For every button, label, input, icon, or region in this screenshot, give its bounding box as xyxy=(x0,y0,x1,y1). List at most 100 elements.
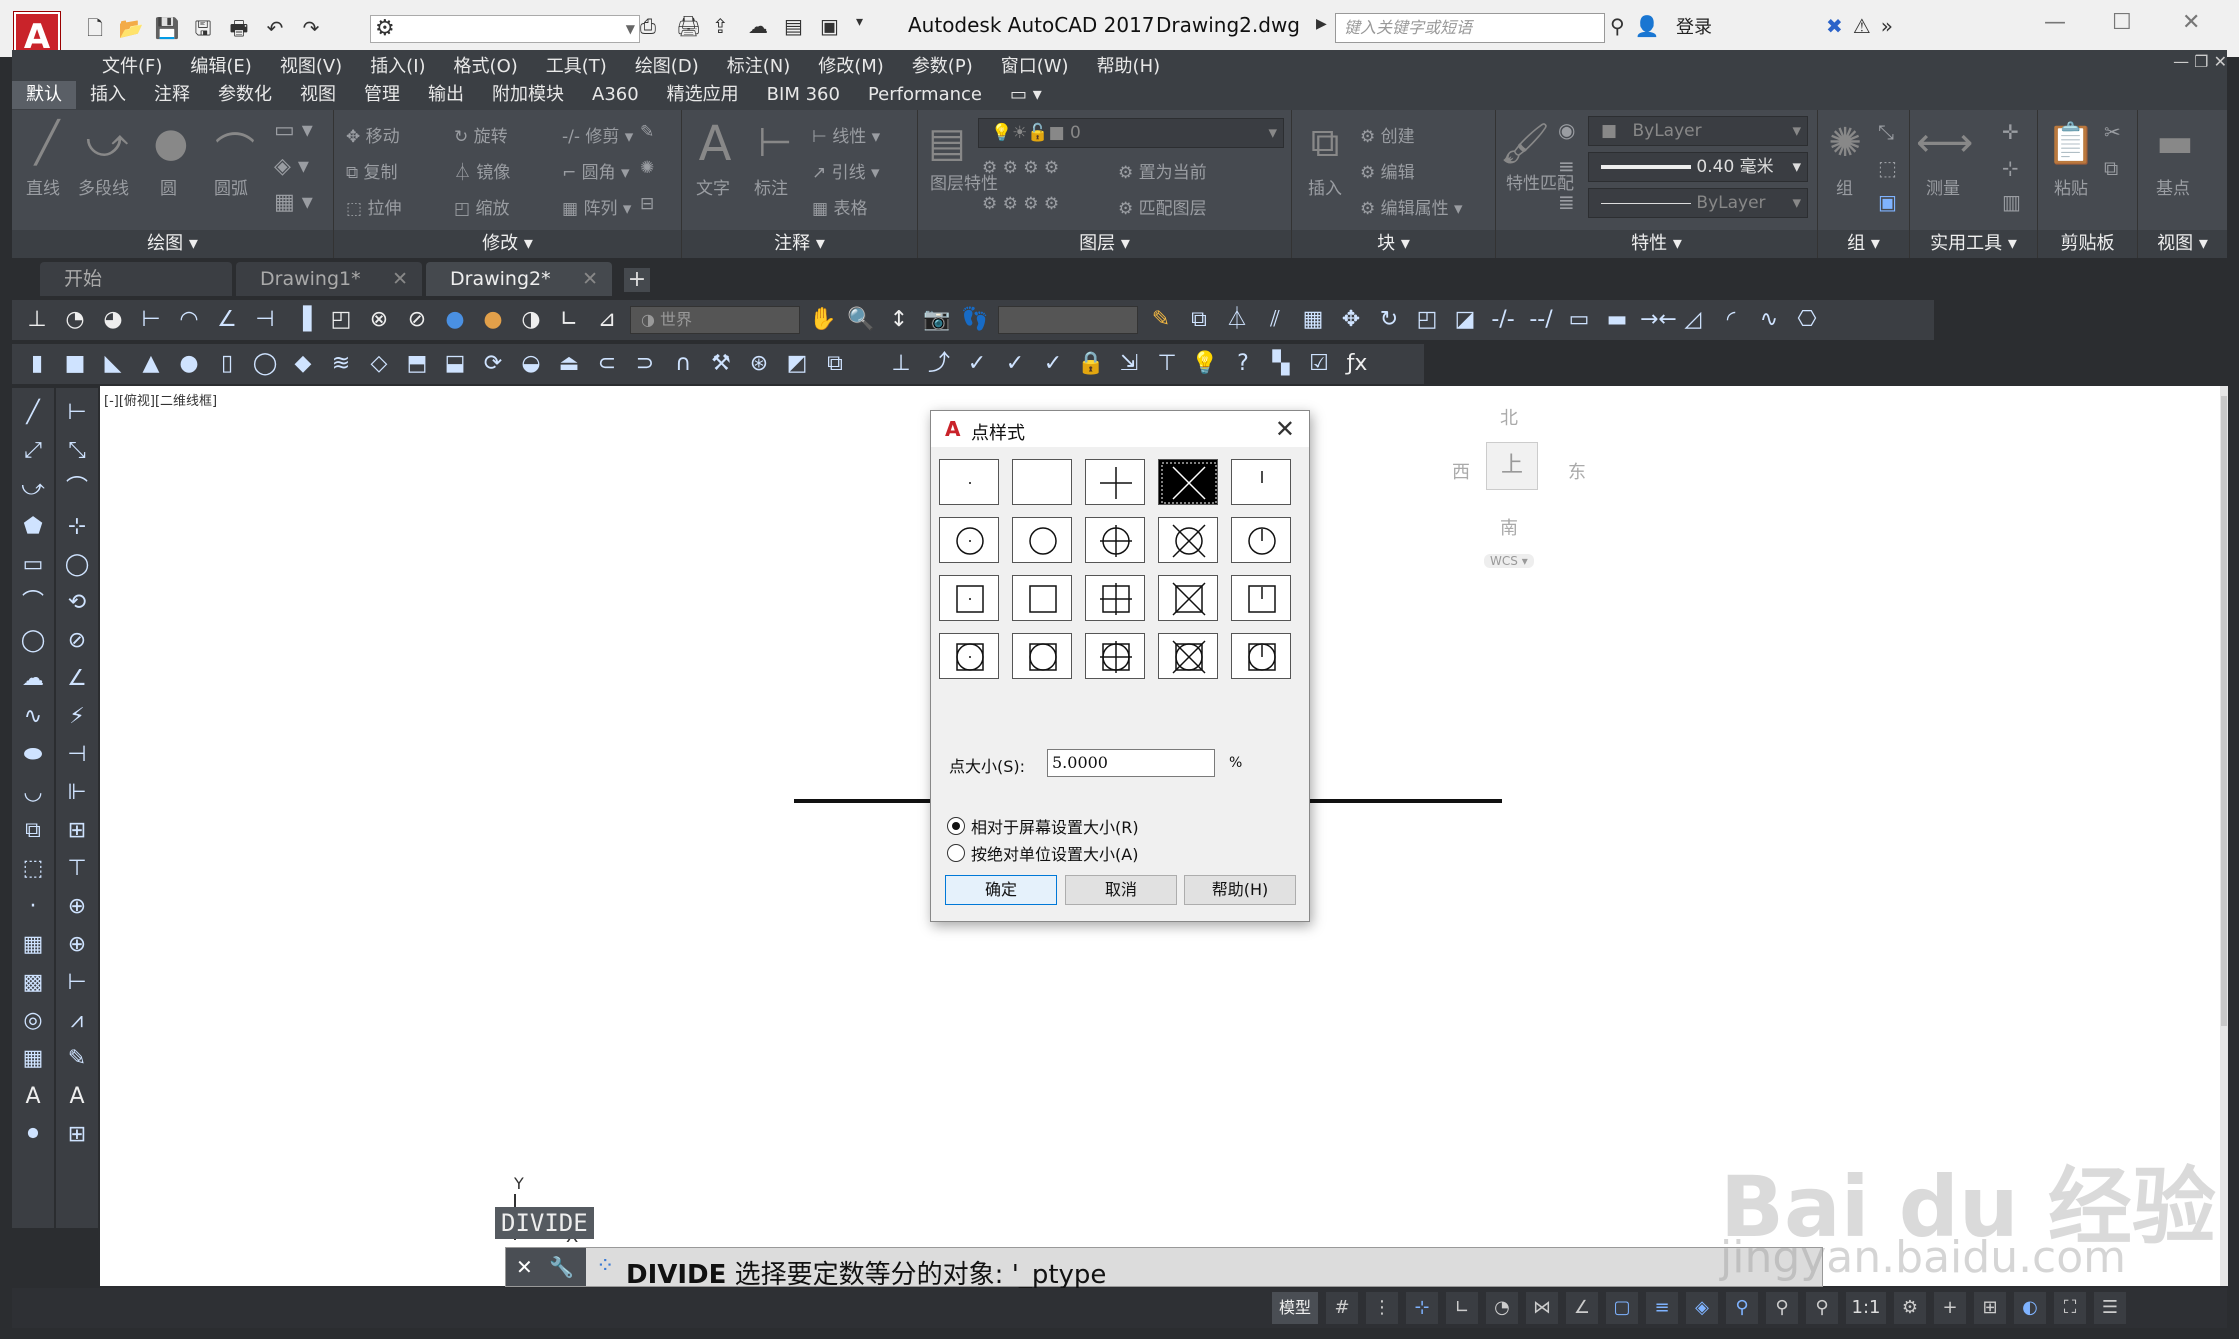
dim-baseline-icon[interactable]: ⊣ xyxy=(62,738,92,772)
join-icon[interactable]: →← xyxy=(1640,305,1677,335)
stretch-icon[interactable]: ◪ xyxy=(1450,305,1480,335)
point-style-option[interactable] xyxy=(1085,575,1145,621)
publish-icon[interactable]: 🖨 xyxy=(676,14,704,38)
ortho-icon[interactable]: ∟ xyxy=(1446,1292,1478,1324)
free-orbit-icon[interactable]: ◕ xyxy=(98,305,128,335)
menu-item[interactable]: 参数(P) xyxy=(898,52,987,78)
tool-linear[interactable]: ⊢ 线性 ▾ xyxy=(812,122,880,147)
viewcube-top[interactable]: 上 xyxy=(1486,442,1538,490)
subtract-icon[interactable]: ⊃ xyxy=(630,349,660,379)
minimize-icon[interactable]: — xyxy=(2044,10,2066,35)
extend-icon[interactable]: --/ xyxy=(1526,305,1556,335)
otrack-icon[interactable]: ∠ xyxy=(1566,1292,1598,1324)
help-icon[interactable]: ? xyxy=(1228,349,1258,379)
tool-arc[interactable]: 圆弧 xyxy=(214,174,248,199)
point-style-option[interactable] xyxy=(1012,517,1072,563)
menu-item[interactable]: 插入(I) xyxy=(356,52,439,78)
login-button[interactable]: 登录 xyxy=(1676,13,1712,39)
box-select-icon[interactable]: ◰ xyxy=(326,305,356,335)
point-style-option[interactable] xyxy=(939,517,999,563)
new-tab-button[interactable]: + xyxy=(624,268,650,292)
dim-tedit-icon[interactable]: ✓ xyxy=(1000,349,1030,379)
menu-item[interactable]: 格式(O) xyxy=(440,52,532,78)
viewcube-east[interactable]: 东 xyxy=(1568,458,1586,484)
linetype-combo[interactable]: ByLayer ▾ xyxy=(1588,188,1808,218)
tool-group[interactable]: 组 xyxy=(1836,174,1853,199)
quick-dim-icon[interactable]: ⚡ xyxy=(62,700,92,734)
dialog-title-bar[interactable]: A 点样式 ✕ xyxy=(931,411,1309,447)
menu-item[interactable]: 绘图(D) xyxy=(621,52,713,78)
point-size-input[interactable]: 5.0000 xyxy=(1047,749,1215,777)
tool-circle[interactable]: 圆 xyxy=(160,174,177,199)
function-icon[interactable]: ƒx xyxy=(1342,349,1372,379)
tool-edit-attributes[interactable]: ⚙ 编辑属性 ▾ xyxy=(1360,194,1463,219)
color-combo[interactable]: ■ ByLayer ▾ xyxy=(1588,116,1808,146)
tool-measure[interactable]: 测量 xyxy=(1926,174,1960,199)
tool-trim[interactable]: -/- 修剪 ▾ xyxy=(562,122,633,147)
workspace-icon[interactable]: ▣ xyxy=(820,14,848,38)
mtext-icon[interactable]: A xyxy=(18,1080,48,1114)
tool-dimension[interactable]: 标注 xyxy=(754,174,788,199)
model-button[interactable]: 模型 xyxy=(1272,1292,1318,1324)
polyline-icon[interactable]: ⤻ xyxy=(80,120,134,174)
workspace-combo[interactable]: ⚙ ▼ xyxy=(370,15,640,43)
radio-relative-row[interactable]: 相对于屏幕设置大小(R) xyxy=(947,814,1139,838)
search-expand-icon[interactable]: ▶ xyxy=(1316,16,1327,32)
ribbon-tab[interactable]: Performance xyxy=(854,81,996,109)
calc-icon[interactable]: ▥ xyxy=(2002,190,2021,214)
dim-quick-icon[interactable]: ⊥ xyxy=(886,349,916,379)
menu-icon[interactable]: ☰ xyxy=(2094,1292,2126,1324)
annotation-scale-icon[interactable]: ⚲ xyxy=(1806,1292,1838,1324)
tool-mirror[interactable]: ⏃ 镜像 xyxy=(454,158,510,183)
point-style-option[interactable] xyxy=(1231,633,1291,679)
render-icon[interactable]: ◑ xyxy=(516,305,546,335)
ribbon-tab[interactable]: 视图 xyxy=(286,81,350,109)
erase-icon[interactable]: ✎ xyxy=(1146,305,1176,335)
shaded-sphere-icon[interactable]: ● xyxy=(440,305,470,335)
group-edit-icon[interactable]: ⬚ xyxy=(1878,156,1897,180)
share-icon[interactable]: ⇪ xyxy=(712,14,740,38)
base-point-icon[interactable]: ▬ xyxy=(2148,120,2202,174)
sweep-icon[interactable]: ⟳ xyxy=(478,349,508,379)
viewcube-wcs[interactable]: WCS ▾ xyxy=(1484,554,1534,568)
break-icon[interactable]: ▬ xyxy=(1602,305,1632,335)
exchange-icon[interactable]: ✖ xyxy=(1826,14,1843,38)
move-icon[interactable]: ✥ xyxy=(1336,305,1366,335)
clean-screen-icon[interactable]: ⛶ xyxy=(2054,1292,2086,1324)
revcloud-icon[interactable]: ☁ xyxy=(18,662,48,696)
ribbon-tab[interactable]: 管理 xyxy=(350,81,414,109)
planar-icon[interactable]: ◇ xyxy=(364,349,394,379)
polygon-icon[interactable]: ⬟ xyxy=(18,510,48,544)
union-icon[interactable]: ⊂ xyxy=(592,349,622,379)
tool-create[interactable]: ⚙ 创建 xyxy=(1360,122,1415,147)
ribbon-tab[interactable]: 精选应用 xyxy=(653,81,753,109)
menu-item[interactable]: 帮助(H) xyxy=(1083,52,1175,78)
point-icon[interactable]: · xyxy=(18,890,48,924)
scale-button[interactable]: 1:1 xyxy=(1846,1292,1886,1324)
ribbon-tab[interactable]: 参数化 xyxy=(204,81,286,109)
point-style-option[interactable] xyxy=(1012,459,1072,505)
infer-icon[interactable]: ⊹ xyxy=(1406,1292,1438,1324)
panel-title-utilities[interactable]: 实用工具 ▾ xyxy=(1910,230,2037,258)
cylinder-icon[interactable]: ▯ xyxy=(212,349,242,379)
point-style-option[interactable] xyxy=(1231,459,1291,505)
menu-item[interactable]: 标注(N) xyxy=(713,52,805,78)
tool-line[interactable]: 直线 xyxy=(26,174,60,199)
tool-paste[interactable]: 粘贴 xyxy=(2054,174,2088,199)
dim-continue-icon[interactable]: ▐ xyxy=(288,305,318,335)
color-wheel-icon[interactable]: ◉ xyxy=(1558,118,1575,142)
scale-icon[interactable]: ◰ xyxy=(1412,305,1442,335)
mirror-icon[interactable]: ⏃ xyxy=(1222,305,1252,335)
cone-icon[interactable]: ▲ xyxy=(136,349,166,379)
panel-title-layers[interactable]: 图层 ▾ xyxy=(918,230,1291,258)
new-icon[interactable]: 🗋 xyxy=(80,14,110,42)
tool-base-point[interactable]: 基点 xyxy=(2156,174,2190,199)
user-icon[interactable]: 👤 xyxy=(1635,14,1660,38)
ucs-icon[interactable]: ⊥ xyxy=(22,305,52,335)
point-style-option[interactable] xyxy=(939,459,999,505)
panel-title-clipboard[interactable]: 剪贴板 xyxy=(2038,230,2137,258)
polysolid-icon[interactable]: ▮ xyxy=(22,349,52,379)
plus-icon[interactable]: + xyxy=(1934,1292,1966,1324)
camera-icon[interactable]: 📷 xyxy=(922,305,952,335)
dim-text-icon[interactable]: A xyxy=(62,1080,92,1114)
